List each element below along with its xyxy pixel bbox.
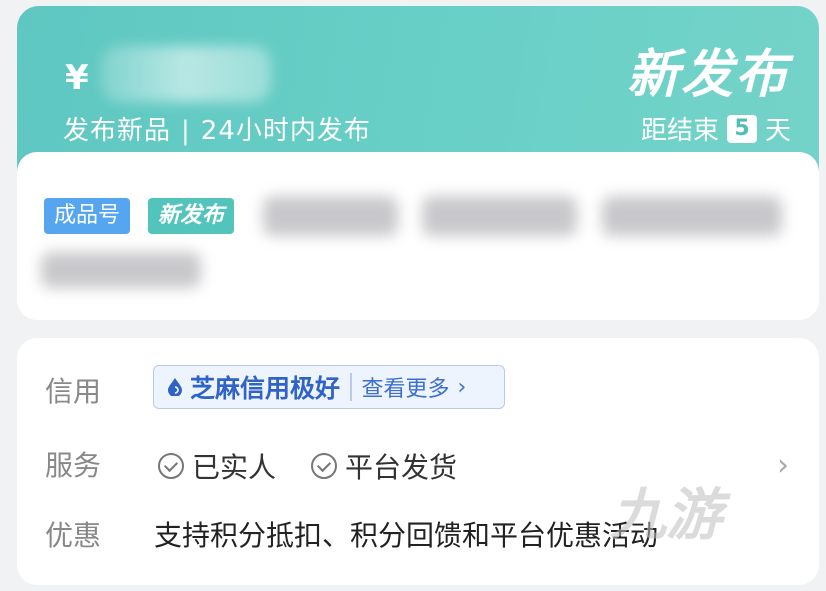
subtitle-right: 24小时内发布	[200, 116, 371, 146]
check-circle-icon	[311, 453, 337, 479]
listing-title-card[interactable]: 成品号 新发布	[17, 152, 819, 320]
service-verified: 已实人	[158, 446, 276, 486]
service-delivery-text: 平台发货	[345, 451, 458, 484]
header-title: 新发布	[626, 45, 789, 105]
title-redacted-1	[263, 196, 398, 236]
credit-label: 信用	[45, 375, 102, 408]
countdown-days: 5	[726, 114, 757, 143]
credit-badge-text: 芝麻信用极好	[190, 374, 341, 403]
service-verified-text: 已实人	[192, 451, 277, 484]
countdown-prefix: 距结束	[640, 116, 719, 146]
release-subtitle: 发布新品 | 24小时内发布	[63, 110, 371, 147]
discount-label: 优惠	[45, 519, 102, 552]
view-more-link[interactable]: 查看更多	[362, 371, 450, 403]
subtitle-left: 发布新品	[63, 116, 172, 146]
chevron-right-icon: ›	[457, 374, 467, 400]
watermark-logo: 九游	[610, 483, 722, 548]
price-redacted	[101, 46, 271, 102]
badge-divider	[350, 373, 352, 401]
title-redacted-4	[41, 252, 201, 288]
credit-badge[interactable]: 芝麻信用极好 查看更多 ›	[153, 365, 505, 409]
check-circle-icon	[158, 453, 184, 479]
separator: |	[181, 116, 191, 146]
currency-symbol: ¥	[65, 58, 89, 98]
discount-text: 支持积分抵扣、积分回馈和平台优惠活动	[154, 519, 659, 552]
service-platform-delivery: 平台发货	[311, 446, 457, 486]
drop-icon	[168, 378, 182, 396]
title-redacted-2	[422, 196, 577, 236]
service-label: 服务	[45, 449, 102, 482]
countdown: 距结束 5 天	[641, 110, 791, 147]
countdown-suffix: 天	[764, 116, 791, 146]
title-redacted-3	[602, 196, 782, 236]
tag-new-release: 新发布	[148, 198, 235, 234]
tag-product-type: 成品号	[44, 198, 131, 234]
